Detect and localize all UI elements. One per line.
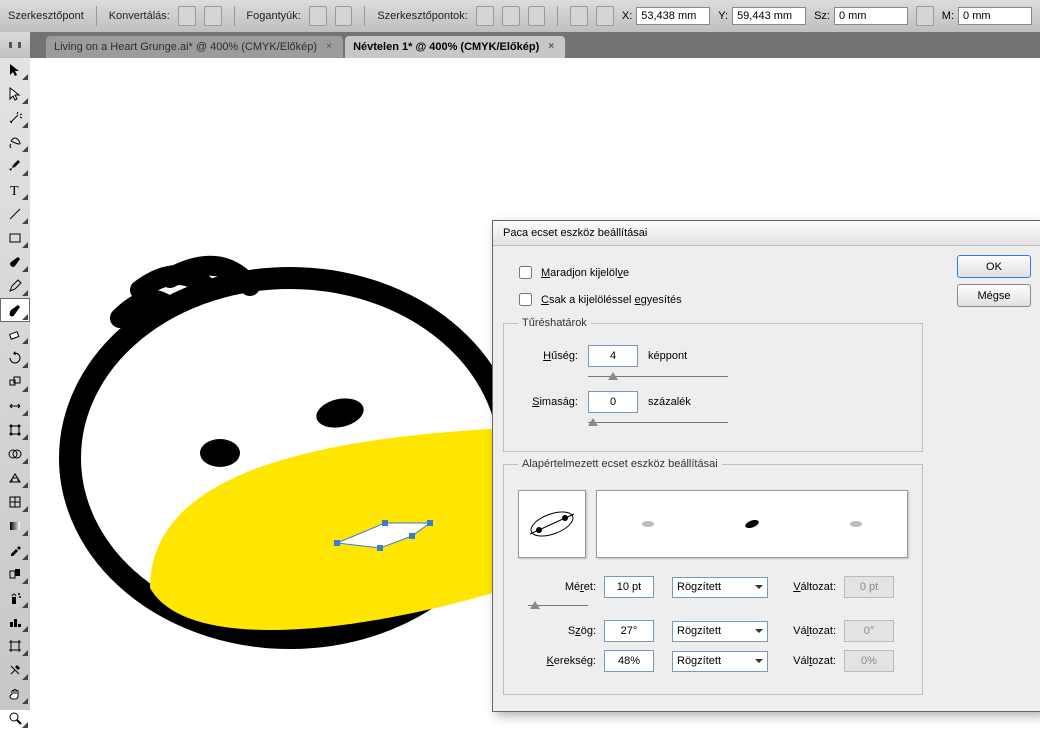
- roundness-input[interactable]: [604, 650, 654, 672]
- hand-tool[interactable]: [0, 682, 30, 706]
- perspective-tool[interactable]: [0, 466, 30, 490]
- angle-variation-input: [844, 620, 894, 642]
- size-mode-combo[interactable]: Rögzített: [672, 577, 768, 598]
- smoothness-input[interactable]: [588, 391, 638, 413]
- roundness-variation-input: [844, 650, 894, 672]
- roundness-mode-combo[interactable]: Rögzített: [672, 651, 768, 672]
- gradient-tool[interactable]: [0, 514, 30, 538]
- reference-point-icon[interactable]: [570, 6, 588, 26]
- merge-only-checkbox[interactable]: Csak a kijelöléssel egyesítés: [515, 290, 1019, 309]
- w-field: Sz:: [814, 7, 908, 25]
- defaults-group: Alapértelmezett ecset eszköz beállításai: [503, 458, 923, 695]
- options-bar: Szerkesztőpont Konvertálás: Fogantyúk: S…: [0, 0, 1040, 33]
- brush-preview-strip: [596, 490, 908, 558]
- join-anchor-icon[interactable]: [502, 6, 520, 26]
- scale-tool[interactable]: [0, 370, 30, 394]
- dialog-title: Paca ecset eszköz beállításai: [493, 221, 1040, 246]
- direct-selection-tool[interactable]: [0, 82, 30, 106]
- svg-text:T: T: [10, 184, 19, 197]
- keep-selected-checkbox[interactable]: Maradjon kijelölve: [515, 263, 1019, 282]
- remove-anchor-icon[interactable]: [476, 6, 494, 26]
- fidelity-slider[interactable]: [588, 373, 728, 381]
- fidelity-input[interactable]: [588, 345, 638, 367]
- defaults-legend: Alapértelmezett ecset eszköz beállításai: [518, 458, 722, 470]
- anchors-label: Szerkesztőpontok:: [377, 10, 468, 22]
- width-tool[interactable]: [0, 394, 30, 418]
- lasso-tool[interactable]: [0, 130, 30, 154]
- shape-builder-tool[interactable]: [0, 442, 30, 466]
- h-input[interactable]: [958, 7, 1032, 25]
- eyedropper-tool[interactable]: [0, 538, 30, 562]
- y-field: Y:: [718, 7, 806, 25]
- align-pixel-icon[interactable]: [596, 6, 614, 26]
- cancel-button[interactable]: Mégse: [957, 284, 1031, 307]
- h-field: M:: [942, 7, 1032, 25]
- slice-tool[interactable]: [0, 658, 30, 682]
- y-input[interactable]: [732, 7, 806, 25]
- eraser-tool[interactable]: [0, 322, 30, 346]
- tools-panel: T: [0, 58, 31, 710]
- convert-corner-icon[interactable]: [178, 6, 196, 26]
- cut-anchor-icon[interactable]: [528, 6, 546, 26]
- x-field: X:: [622, 7, 710, 25]
- symbol-sprayer-tool[interactable]: [0, 586, 30, 610]
- tab-active[interactable]: Névtelen 1* @ 400% (CMYK/Előkép) ×: [345, 36, 565, 58]
- rotate-tool[interactable]: [0, 346, 30, 370]
- show-handles-icon[interactable]: [309, 6, 327, 26]
- constrain-proportions-icon[interactable]: [916, 6, 934, 26]
- hide-handles-icon[interactable]: [335, 6, 353, 26]
- pencil-tool[interactable]: [0, 274, 30, 298]
- chevron-down-icon: [755, 629, 763, 637]
- column-graph-tool[interactable]: [0, 610, 30, 634]
- anchor-point-label: Szerkesztőpont: [8, 10, 84, 22]
- pen-tool[interactable]: [0, 154, 30, 178]
- close-icon[interactable]: ×: [545, 41, 557, 53]
- blob-brush-options-dialog: Paca ecset eszköz beállításai OK Mégse M…: [492, 220, 1040, 712]
- free-transform-tool[interactable]: [0, 418, 30, 442]
- angle-input[interactable]: [604, 620, 654, 642]
- tab-label: Névtelen 1* @ 400% (CMYK/Előkép): [353, 41, 539, 53]
- w-input[interactable]: [834, 7, 908, 25]
- x-input[interactable]: [636, 7, 710, 25]
- rectangle-tool[interactable]: [0, 226, 30, 250]
- size-variation-input: [844, 576, 894, 598]
- document-tabstrip: Living on a Heart Grunge.ai* @ 400% (CMY…: [30, 32, 1040, 58]
- angle-mode-combo[interactable]: Rögzített: [672, 621, 768, 642]
- size-slider[interactable]: [528, 602, 588, 610]
- convert-label: Konvertálás:: [109, 10, 170, 22]
- handles-label: Fogantyúk:: [246, 10, 300, 22]
- paintbrush-tool[interactable]: [0, 250, 30, 274]
- close-icon[interactable]: ×: [323, 41, 335, 53]
- brush-preview-main: [518, 490, 586, 558]
- tab-label: Living on a Heart Grunge.ai* @ 400% (CMY…: [54, 41, 317, 53]
- tolerance-group: Tűréshatárok Hűség: képpont Simaság: szá…: [503, 317, 923, 452]
- panel-grip-icon[interactable]: [0, 32, 31, 58]
- line-tool[interactable]: [0, 202, 30, 226]
- tab-inactive[interactable]: Living on a Heart Grunge.ai* @ 400% (CMY…: [46, 36, 343, 58]
- convert-smooth-icon[interactable]: [204, 6, 222, 26]
- selection-tool[interactable]: [0, 58, 30, 82]
- ok-button[interactable]: OK: [957, 255, 1031, 278]
- magic-wand-tool[interactable]: [0, 106, 30, 130]
- blob-brush-tool[interactable]: [0, 298, 30, 322]
- tolerance-legend: Tűréshatárok: [518, 317, 591, 329]
- artboard-tool[interactable]: [0, 634, 30, 658]
- blend-tool[interactable]: [0, 562, 30, 586]
- chevron-down-icon: [755, 659, 763, 667]
- mesh-tool[interactable]: [0, 490, 30, 514]
- size-input[interactable]: [604, 576, 654, 598]
- chevron-down-icon: [755, 585, 763, 593]
- type-tool[interactable]: T: [0, 178, 30, 202]
- smoothness-slider[interactable]: [588, 419, 728, 427]
